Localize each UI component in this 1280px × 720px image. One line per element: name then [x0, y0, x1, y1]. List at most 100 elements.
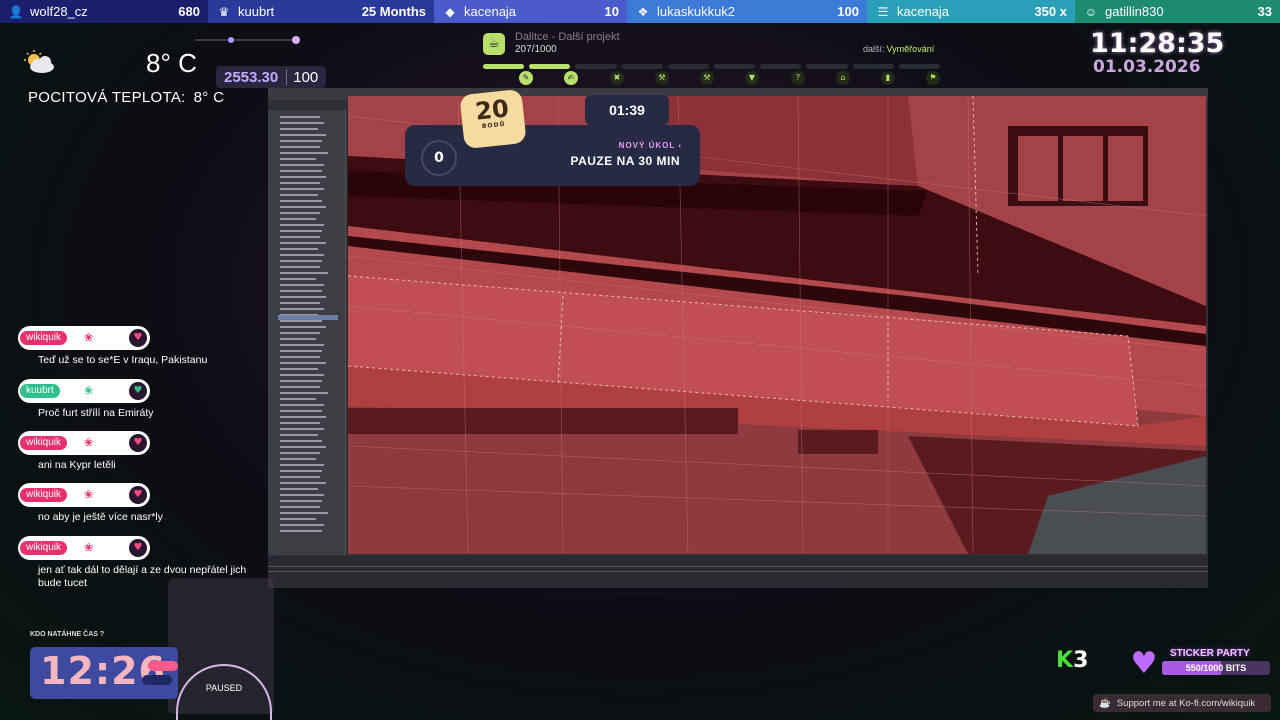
gift-icon: ❖ — [637, 4, 649, 19]
temperature: 8° C — [146, 48, 197, 78]
scene-outliner-panel[interactable] — [268, 110, 346, 555]
chat-message: wikiquik ❀ ♥ Teď už se to se*E v Iraqu, … — [18, 326, 258, 367]
chat-message: wikiquik ❀ ♥ ani na Kypr letěli — [18, 431, 258, 472]
ticker-value: 350 x — [1034, 4, 1067, 19]
hammer-icon: ⚒ — [655, 71, 669, 85]
clock-date: 01.03.2026 — [1093, 57, 1201, 77]
chat-nameplate: wikiquik ❀ ♥ — [18, 483, 150, 507]
sticker-title: STICKER PARTY — [1170, 648, 1250, 659]
outliner-toolbar — [268, 110, 276, 555]
timer-widget-box: 12:26 — [30, 647, 178, 699]
stack-icon: ☰ — [877, 4, 889, 19]
k3-logo-3: 3 — [1073, 648, 1089, 673]
activity-ticker: 👤 wolf28_cz 680 ♛ kuubrt 25 Months ◆ kac… — [0, 0, 1280, 23]
sticker-bits: 550/1000 BITS — [1185, 663, 1247, 673]
kofi-banner[interactable]: ☕ Support me at Ko-fi.com/wikiquik — [1093, 694, 1271, 712]
goal-segment — [529, 64, 571, 69]
k3-logo-k: K — [1056, 648, 1074, 673]
paw-icon: ❀ — [84, 488, 94, 501]
group-icon: ☺ — [1084, 4, 1098, 19]
bookmark-icon: ▮ — [881, 71, 895, 85]
chat-text: no aby je ještě více nasr*ly — [38, 511, 163, 523]
ticker-name: lukaskukkuk2 — [657, 4, 736, 19]
heart-icon: ♥ — [129, 434, 147, 452]
paw-icon: ❀ — [84, 436, 94, 449]
goal-next-label: další: — [863, 44, 885, 54]
timeline-ruler[interactable] — [268, 566, 1208, 572]
ticker-gift: ❖ lukaskukkuk2 100 — [627, 0, 867, 23]
price-slider-dot — [228, 37, 234, 43]
ticker-bits: ◆ kacenaja 10 — [434, 0, 627, 23]
goal-next-value: Vyměřování — [886, 44, 935, 54]
task-card: 0 NOVÝ ÚKOL ‹ PAUZE NA 30 MIN — [405, 125, 700, 186]
wrench-icon: ⚒ — [700, 71, 714, 85]
task-kind: NOVÝ ÚKOL ‹ — [619, 141, 682, 150]
timeline-panel[interactable] — [268, 556, 1208, 588]
goal-segment — [760, 64, 802, 69]
timer-widget-label: KDO NATÁHNE ČAS ? — [30, 631, 105, 638]
ticker-name: kacenaja — [897, 4, 950, 19]
flag-icon: ⚑ — [926, 71, 940, 85]
goal-count: 207/1000 — [515, 44, 557, 55]
ticker-name: wolf28_cz — [30, 4, 88, 19]
task-title: PAUZE NA 30 MIN — [570, 154, 680, 168]
heart-icon: ♥ — [129, 539, 147, 557]
goal-segment — [483, 64, 525, 69]
kofi-text: Support me at Ko-fi.com/wikiquik — [1116, 697, 1256, 709]
paw-icon: ❀ — [84, 384, 94, 397]
chat-username: wikiquik — [20, 488, 68, 502]
home-icon: ⌂ — [836, 71, 850, 85]
chat-message: kuubrt ❀ ♥ Proč furt střílí na Emiráty — [18, 379, 258, 420]
ticker-value: 10 — [604, 4, 619, 19]
feels-like-label: POCITOVÁ TEPLOTA: — [28, 89, 186, 106]
sticker-party-goal: ♥ STICKER PARTY 550/1000 BITS — [1128, 648, 1270, 680]
price-slider-handle — [292, 36, 300, 44]
k3-logo: K3 — [1056, 648, 1088, 673]
goal-segment — [667, 64, 710, 69]
goal-segment — [898, 64, 941, 69]
goal-segment — [852, 64, 894, 69]
pencil-icon: ✍ — [564, 71, 578, 85]
goal-segment — [806, 64, 848, 69]
heart-icon: ♥ — [129, 486, 147, 504]
price-widget: 2553.30 100 — [216, 66, 327, 88]
paw-icon: ❀ — [84, 541, 94, 554]
chat-message: wikiquik ❀ ♥ no aby je ještě více nasr*l… — [18, 483, 258, 524]
ticker-value: 33 — [1257, 4, 1272, 19]
paw-icon: ❀ — [84, 331, 94, 344]
goal-segment — [714, 64, 756, 69]
chat-nameplate: kuubrt ❀ ♥ — [18, 379, 150, 403]
shield-icon: ▼ — [745, 71, 759, 85]
feels-like: POCITOVÁ TEPLOTA: 8° C — [28, 89, 224, 106]
goal-segment — [575, 64, 617, 69]
chat-username: wikiquik — [20, 436, 68, 450]
ticker-follower: 👤 wolf28_cz 680 — [0, 0, 208, 23]
price-slider-track — [195, 39, 300, 41]
chat-text: Teď už se to se*E v Iraqu, Pakistanu — [38, 354, 208, 366]
price-primary: 2553.30 — [224, 68, 279, 86]
coffee-cup-icon: ☕ — [1099, 697, 1111, 709]
heart-icon: ♥ — [1130, 646, 1158, 681]
task-timer: 01:39 — [585, 95, 669, 125]
heart-icon: ♥ — [129, 329, 147, 347]
ticker-value: 25 Months — [361, 4, 426, 19]
timer-pill — [142, 675, 172, 685]
diamond-icon: ◆ — [445, 4, 455, 19]
ticker-stack: ☰ kacenaja 350 x — [867, 0, 1075, 23]
chat-nameplate: wikiquik ❀ ♥ — [18, 431, 150, 455]
goal-progress-track — [483, 64, 941, 69]
goal-next: další: Vyměřování — [863, 44, 934, 54]
heart-icon: ♥ — [129, 382, 147, 400]
goal-segment — [621, 64, 663, 69]
ticker-name: gatillin830 — [1105, 4, 1164, 19]
crown-icon: ♛ — [218, 4, 230, 19]
coffee-icon: ☕ — [483, 33, 505, 55]
pen-icon: ✎ — [519, 71, 533, 85]
ticker-value: 680 — [178, 4, 200, 19]
timer-widget-time: 12:26 — [40, 649, 166, 693]
task-counter: 0 — [421, 140, 457, 176]
points-badge: 20 BODŮ — [459, 88, 527, 150]
chat-username: kuubrt — [20, 384, 60, 398]
chat-username: wikiquik — [20, 331, 68, 345]
goal-title: Dalitce - Další projekt — [515, 31, 620, 43]
